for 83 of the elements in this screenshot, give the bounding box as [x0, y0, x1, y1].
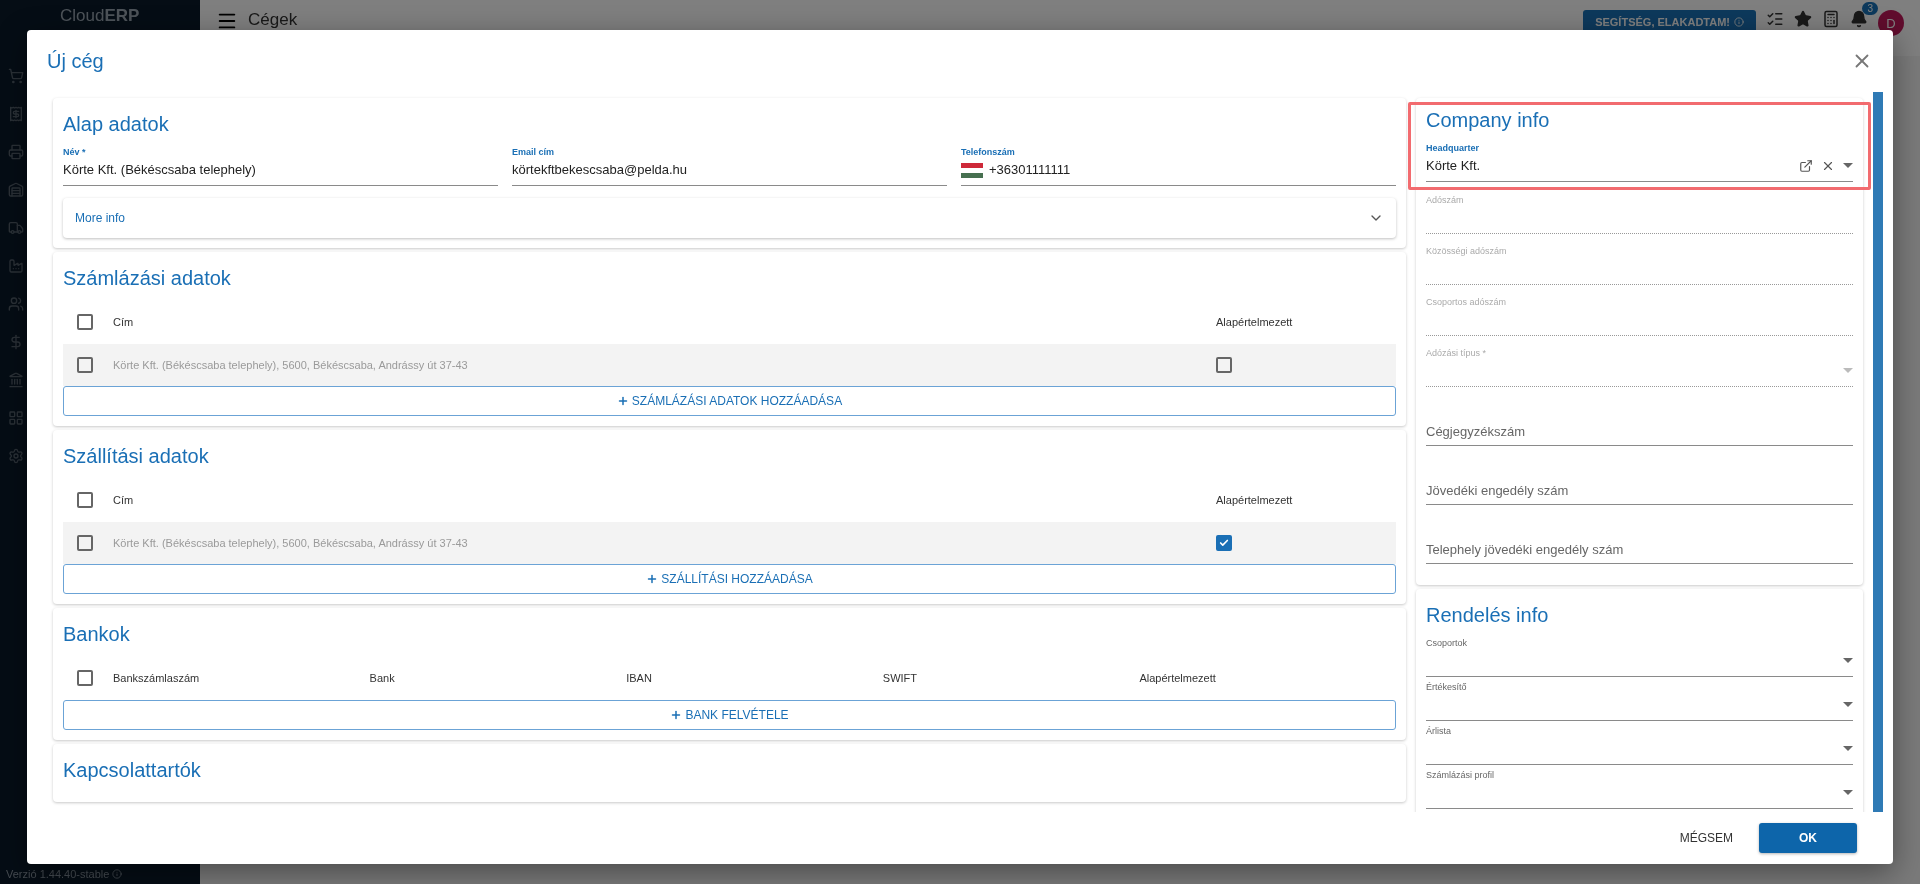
ok-button[interactable]: OK: [1759, 823, 1857, 853]
field-value: körtekftbekescsaba@pelda.hu: [512, 161, 688, 179]
field-label: Headquarter: [1426, 142, 1480, 154]
column-header: Alapértelmezett: [1216, 316, 1294, 328]
checklist-icon[interactable]: [1766, 10, 1784, 28]
section-title: Szállítási adatok: [63, 444, 210, 469]
field-label: Adószám: [1426, 194, 1465, 206]
checkbox[interactable]: [77, 492, 93, 508]
plus-icon: [616, 395, 629, 407]
select-field[interactable]: Csoportok: [1426, 637, 1853, 677]
checkbox[interactable]: [77, 535, 93, 551]
checkmark-icon: [1219, 538, 1229, 548]
dropdown-caret-icon[interactable]: [1843, 790, 1853, 796]
column-header: SWIFT: [882, 672, 918, 684]
field-label: Név *: [63, 146, 87, 158]
bell-icon[interactable]: [1850, 10, 1868, 28]
field-label: Cégjegyzékszám: [1426, 423, 1526, 441]
default-checkbox[interactable]: [1216, 535, 1232, 551]
star-icon[interactable]: [1794, 10, 1812, 28]
column-header: Cím: [113, 494, 135, 506]
flag-icon: [961, 162, 983, 178]
input-field[interactable]: Cégjegyzékszám: [1426, 398, 1853, 446]
field-label: Telephely jövedéki engedély szám: [1426, 541, 1625, 559]
input-field[interactable]: Telefonszám +36301111111: [961, 146, 1396, 186]
field-label: Adózási típus *: [1426, 347, 1488, 359]
section-title: Kapcsolattartók: [63, 758, 202, 783]
input-field[interactable]: Email cím körtekftbekescsaba@pelda.hu: [512, 146, 947, 186]
input-field[interactable]: Jövedéki engedély szám: [1426, 457, 1853, 505]
info-icon: [1734, 17, 1744, 27]
field-label: Jövedéki engedély szám: [1426, 482, 1570, 500]
scrollbar[interactable]: [1873, 92, 1883, 812]
app-logo: CloudERP: [59, 5, 141, 27]
autocomplete-field[interactable]: Headquarter Körte Kft.: [1426, 142, 1853, 182]
dropdown-caret-icon[interactable]: [1843, 658, 1853, 664]
field-label: Email cím: [512, 146, 556, 158]
more-info-expander[interactable]: More info: [63, 198, 1396, 238]
clear-icon[interactable]: [1821, 159, 1835, 173]
dialog-title: Új cég: [47, 49, 104, 73]
input-field[interactable]: Telephely jövedéki engedély szám: [1426, 516, 1853, 564]
checkbox[interactable]: [77, 357, 93, 373]
select-field[interactable]: Értékesítő: [1426, 681, 1853, 721]
dropdown-caret-icon[interactable]: [1843, 746, 1853, 752]
column-header: Alapértelmezett: [1216, 494, 1294, 506]
field-value: Körte Kft. (Békéscsaba telephely): [63, 161, 256, 179]
select-field[interactable]: Árlista: [1426, 725, 1853, 765]
plus-icon: [646, 573, 659, 585]
table-cell-text: Körte Kft. (Békéscsaba telephely), 5600, Békéscsaba, Andrássy út 37-43: [113, 537, 469, 549]
select-field[interactable]: Számlázási profil: [1426, 769, 1853, 809]
calculator-icon[interactable]: [1822, 10, 1840, 28]
column-header: Bankszámlaszám: [113, 672, 201, 684]
column-header: Bank: [369, 672, 396, 684]
plus-icon: [670, 709, 683, 721]
dropdown-caret-icon[interactable]: [1843, 702, 1853, 708]
field-label: Számlázási profil: [1426, 769, 1496, 781]
external-link-icon[interactable]: [1799, 159, 1813, 173]
field-label: Közösségi adószám: [1426, 245, 1508, 257]
default-checkbox[interactable]: [1216, 357, 1232, 373]
add-button[interactable]: SZÁLLÍTÁSI HOZZÁADÁSA: [63, 564, 1396, 594]
field-label: Csoportok: [1426, 637, 1469, 649]
column-header: IBAN: [626, 672, 653, 684]
dropdown-caret-icon[interactable]: [1843, 163, 1853, 169]
section-title: Rendelés info: [1426, 603, 1550, 628]
add-button[interactable]: BANK FELVÉTELE: [63, 700, 1396, 730]
section-title: Alap adatok: [63, 112, 170, 137]
field-label: Csoportos adószám: [1426, 296, 1508, 308]
section-title: Bankok: [63, 622, 131, 647]
add-button[interactable]: SZÁMLÁZÁSI ADATOK HOZZÁADÁSA: [63, 386, 1396, 416]
section-title: Számlázási adatok: [63, 266, 232, 291]
field-label: Telefonszám: [961, 146, 1016, 158]
table-cell-text: Körte Kft. (Békéscsaba telephely), 5600, Békéscsaba, Andrássy út 37-43: [113, 359, 469, 371]
field-value: Körte Kft.: [1426, 157, 1481, 175]
notification-badge: 3: [1862, 2, 1878, 15]
field-value: +36301111111: [989, 161, 1071, 179]
input-field[interactable]: Név * Körte Kft. (Békéscsaba telephely): [63, 146, 498, 186]
cancel-button[interactable]: MÉGSEM: [1673, 823, 1739, 853]
checkbox[interactable]: [77, 314, 93, 330]
column-header: Alapértelmezett: [1139, 672, 1217, 684]
checkbox[interactable]: [77, 670, 93, 686]
column-header: Cím: [113, 316, 135, 328]
field-label: Értékesítő: [1426, 681, 1468, 693]
section-title: Company info: [1426, 108, 1551, 133]
field-label: Árlista: [1426, 725, 1452, 737]
page-title: Cégek: [248, 10, 298, 30]
